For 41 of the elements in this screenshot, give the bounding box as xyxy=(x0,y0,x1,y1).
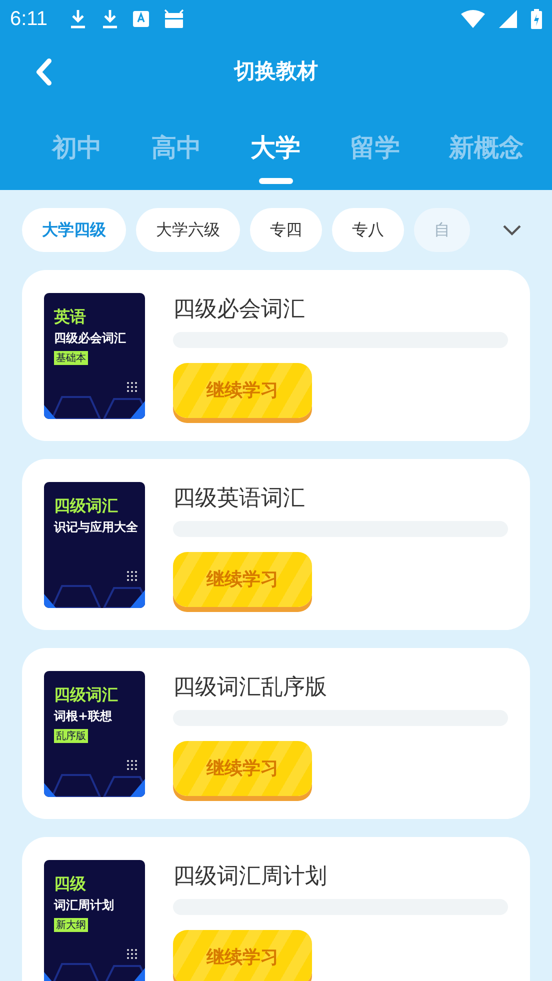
level-chip[interactable]: 大学六级 xyxy=(136,208,240,252)
download-icon xyxy=(101,9,120,29)
status-time: 6:11 xyxy=(10,8,48,30)
cover-text: 词根+联想 xyxy=(54,708,112,724)
cover-tag: 基础本 xyxy=(54,350,88,364)
wifi-icon xyxy=(461,10,485,28)
category-tab[interactable]: 大学 xyxy=(250,120,300,174)
chevron-down-icon[interactable] xyxy=(502,224,522,236)
cover-text: 识记与应用大全 xyxy=(54,518,138,536)
level-chip[interactable]: 大学四级 xyxy=(22,208,126,252)
cover-text: 四级 xyxy=(54,874,86,894)
level-chip[interactable]: 专八 xyxy=(332,208,404,252)
cover-tag: 乱序版 xyxy=(54,728,88,742)
category-tab[interactable]: 新概念 xyxy=(449,120,524,174)
category-tab[interactable]: 高中 xyxy=(151,120,202,174)
cover-text: 四级词汇 xyxy=(54,684,118,706)
book-title: 四级必会词汇 xyxy=(173,296,305,324)
signal-icon xyxy=(499,10,517,28)
cover-text: 词汇周计划 xyxy=(54,896,114,914)
continue-button[interactable]: 继续学习 xyxy=(173,552,312,606)
download-icon xyxy=(69,9,88,29)
book-title: 四级词汇周计划 xyxy=(173,862,327,890)
tab-indicator xyxy=(258,178,292,184)
cover-tag: 新大纲 xyxy=(54,918,88,932)
continue-button[interactable]: 继续学习 xyxy=(173,362,312,418)
cover-text: 四级必会词汇 xyxy=(54,330,126,346)
cover-text: 四级词汇 xyxy=(54,496,118,516)
battery-icon xyxy=(531,9,542,29)
continue-button[interactable]: 继续学习 xyxy=(173,930,312,981)
page-title: 切换教材 xyxy=(234,58,318,85)
robot-icon xyxy=(163,9,186,29)
category-tab[interactable]: 留学 xyxy=(350,120,400,174)
category-tab[interactable]: 初中 xyxy=(52,120,102,174)
back-icon[interactable] xyxy=(34,58,54,86)
book-title: 四级词汇乱序版 xyxy=(173,674,327,702)
cover-text: 英语 xyxy=(54,306,86,328)
keyboard-icon xyxy=(133,10,150,28)
continue-button[interactable]: 继续学习 xyxy=(173,740,312,796)
level-chip[interactable]: 自 xyxy=(414,208,470,252)
book-title: 四级英语词汇 xyxy=(173,484,305,512)
level-chip[interactable]: 专四 xyxy=(250,208,322,252)
